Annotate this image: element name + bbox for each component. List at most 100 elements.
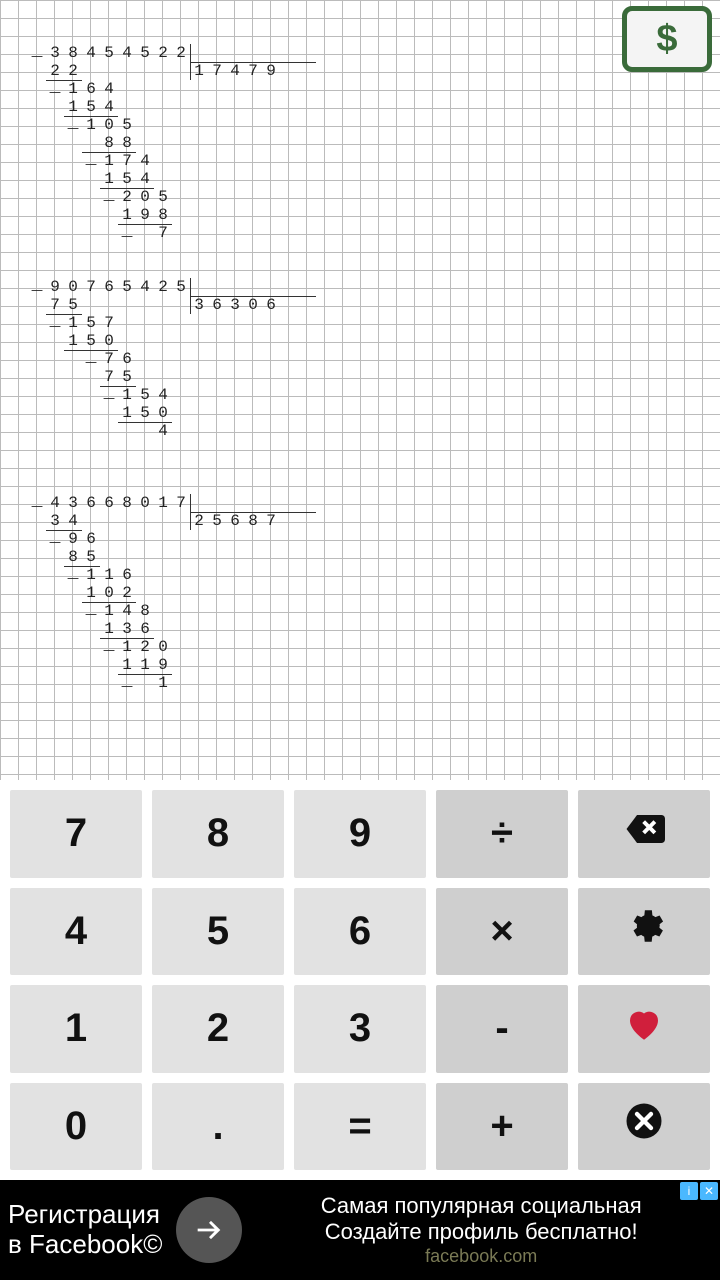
minus-mark: _: [118, 674, 136, 692]
digit-cell: 9: [64, 530, 82, 548]
digit-cell: 6: [208, 296, 226, 314]
digit-cell: 5: [82, 98, 100, 116]
digit-cell: 0: [100, 116, 118, 134]
digit-cell: 6: [226, 512, 244, 530]
digit-cell: 5: [118, 170, 136, 188]
key-k5[interactable]: 5: [152, 888, 284, 976]
key-kdiv[interactable]: ÷: [436, 790, 568, 878]
digit-cell: 0: [64, 278, 82, 296]
heart-icon: [623, 1003, 665, 1055]
digit-cell: 9: [46, 278, 64, 296]
key-kadd[interactable]: +: [436, 1083, 568, 1171]
key-kback[interactable]: [578, 790, 710, 878]
key-k7[interactable]: 7: [10, 790, 142, 878]
digit-cell: 2: [118, 188, 136, 206]
digit-cell: 1: [82, 116, 100, 134]
minus-mark: _: [64, 566, 82, 584]
digit-cell: 5: [118, 278, 136, 296]
digit-cell: 3: [118, 620, 136, 638]
minus-mark: _: [28, 44, 46, 62]
digit-cell: 1: [118, 206, 136, 224]
digit-cell: 2: [118, 584, 136, 602]
minus-mark: _: [82, 350, 100, 368]
digit-cell: 1: [118, 386, 136, 404]
digit-cell: 1: [100, 566, 118, 584]
key-k2[interactable]: 2: [152, 985, 284, 1073]
digit-cell: 1: [64, 332, 82, 350]
gear-icon: [623, 905, 665, 957]
key-k6[interactable]: 6: [294, 888, 426, 976]
digit-cell: 8: [118, 134, 136, 152]
digit-cell: 6: [82, 494, 100, 512]
backspace-icon: [623, 808, 665, 860]
digit-cell: 5: [136, 44, 154, 62]
ad-left-text: Регистрация в Facebook©: [0, 1196, 170, 1264]
digit-cell: 8: [244, 512, 262, 530]
digit-cell: 3: [64, 494, 82, 512]
key-kclose[interactable]: [578, 1083, 710, 1171]
underline: [100, 638, 154, 639]
digit-cell: 6: [100, 278, 118, 296]
digit-cell: 5: [100, 44, 118, 62]
adchoices-icon[interactable]: i✕: [680, 1182, 718, 1200]
digit-cell: 4: [64, 512, 82, 530]
digit-cell: 4: [118, 602, 136, 620]
underline: [118, 674, 172, 675]
key-ksub[interactable]: -: [436, 985, 568, 1073]
key-k1[interactable]: 1: [10, 985, 142, 1073]
digit-cell: 8: [100, 134, 118, 152]
digit-cell: 2: [154, 278, 172, 296]
key-keq[interactable]: =: [294, 1083, 426, 1171]
digit-cell: 0: [136, 188, 154, 206]
digit-cell: 2: [190, 512, 208, 530]
digit-cell: 2: [172, 44, 190, 62]
minus-mark: _: [46, 80, 64, 98]
digit-cell: 4: [118, 44, 136, 62]
underline: [64, 116, 118, 117]
digit-cell: 1: [118, 656, 136, 674]
digit-cell: 0: [154, 638, 172, 656]
underline: [46, 80, 82, 81]
digit-cell: 4: [226, 62, 244, 80]
digit-cell: 4: [82, 44, 100, 62]
digit-cell: 1: [100, 602, 118, 620]
minus-mark: _: [46, 530, 64, 548]
digit-cell: 7: [82, 278, 100, 296]
minus-mark: _: [100, 638, 118, 656]
key-k8[interactable]: 8: [152, 790, 284, 878]
underline: [64, 350, 118, 351]
digit-cell: 9: [262, 62, 280, 80]
division-bar: [190, 44, 191, 80]
key-k4[interactable]: 4: [10, 888, 142, 976]
digit-cell: 7: [208, 62, 226, 80]
key-kdot[interactable]: .: [152, 1083, 284, 1171]
ad-banner[interactable]: Регистрация в Facebook© Самая популярная…: [0, 1180, 720, 1280]
digit-cell: 4: [46, 494, 64, 512]
key-kheart[interactable]: [578, 985, 710, 1073]
key-kgear[interactable]: [578, 888, 710, 976]
digit-cell: 1: [100, 152, 118, 170]
digit-cell: 6: [100, 494, 118, 512]
digit-cell: 0: [100, 584, 118, 602]
underline: [46, 530, 82, 531]
digit-cell: 4: [100, 80, 118, 98]
arrow-right-icon: [176, 1197, 242, 1263]
key-k3[interactable]: 3: [294, 985, 426, 1073]
key-k0[interactable]: 0: [10, 1083, 142, 1171]
money-button[interactable]: $: [622, 6, 712, 72]
underline: [82, 602, 136, 603]
underline: [118, 224, 172, 225]
underline: [82, 152, 136, 153]
underline: [190, 62, 316, 63]
digit-cell: 7: [100, 314, 118, 332]
digit-cell: 1: [64, 98, 82, 116]
digit-cell: 4: [100, 98, 118, 116]
ad-right-text: Самая популярная социальная Создайте про…: [248, 1193, 720, 1267]
key-kmul[interactable]: ×: [436, 888, 568, 976]
keypad: 789÷ 456× 123- 0.=+: [0, 780, 720, 1180]
minus-mark: _: [82, 602, 100, 620]
key-k9[interactable]: 9: [294, 790, 426, 878]
minus-mark: _: [28, 278, 46, 296]
digit-cell: 1: [64, 80, 82, 98]
underline: [100, 188, 154, 189]
